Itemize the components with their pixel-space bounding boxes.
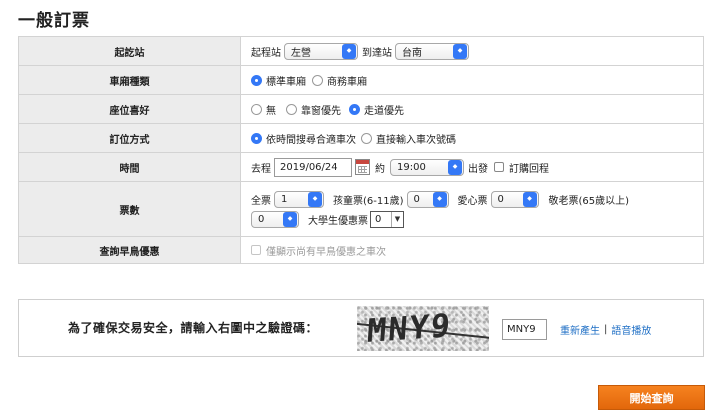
- chevron-updown-icon: ◆: [308, 191, 322, 207]
- car-type-label: 車廂種類: [18, 65, 241, 95]
- early-bird-row: 查詢早鳥優惠 僅顯示尚有早鳥優惠之車次: [18, 236, 704, 264]
- calendar-icon[interactable]: [355, 159, 370, 175]
- to-station-label: 到達站: [362, 47, 392, 59]
- audio-captcha-link[interactable]: 語音播放: [611, 322, 651, 337]
- seat-none-radio[interactable]: [251, 103, 262, 115]
- time-select[interactable]: 19:00 ◆: [390, 158, 464, 176]
- early-bird-checkbox-label: 僅顯示尚有早鳥優惠之車次: [266, 246, 386, 258]
- chevron-updown-icon: ◆: [453, 43, 467, 59]
- train-number-radio[interactable]: [361, 132, 372, 144]
- time-label: 時間: [18, 152, 241, 182]
- seat-window-label: 靠窗優先: [301, 105, 341, 117]
- link-separator: |: [604, 324, 608, 335]
- seat-aisle-label: 走道優先: [364, 105, 404, 117]
- car-type-business-label: 商務車廂: [327, 76, 367, 88]
- senior-ticket-label: 敬老票(65歲以上): [548, 195, 630, 207]
- tickets-row: 票數 全票 1 ◆ 孩童票(6-11歲) 0 ◆ 愛心票 0 ◆ 敬老票(65歲…: [18, 181, 704, 237]
- seat-window-radio[interactable]: [286, 103, 297, 115]
- full-ticket-label: 全票: [251, 195, 271, 207]
- seat-none-label: 無: [266, 105, 276, 117]
- regenerate-captcha-link[interactable]: 重新產生: [560, 322, 600, 337]
- time-row: 時間 去程 2019/06/24 約 19:00 ◆ 出發 訂購回程: [18, 152, 704, 182]
- car-type-business-radio[interactable]: [312, 74, 323, 86]
- captcha-prompt: 為了確保交易安全，請輸入右圖中之驗證碼：: [68, 321, 319, 335]
- early-bird-label: 查詢早鳥優惠: [18, 236, 241, 264]
- to-station-select[interactable]: 台南 ◆: [395, 42, 469, 60]
- disabled-ticket-label: 愛心票: [457, 195, 488, 207]
- seat-pref-label: 座位喜好: [18, 94, 241, 124]
- booking-method-label: 訂位方式: [18, 123, 241, 153]
- child-ticket-select[interactable]: 0 ◆: [406, 190, 449, 208]
- seat-aisle-radio[interactable]: [349, 103, 360, 115]
- child-ticket-label: 孩童票(6-11歲): [333, 195, 404, 207]
- senior-ticket-select[interactable]: 0 ◆: [251, 210, 299, 228]
- about-label: 約: [375, 163, 385, 175]
- car-type-standard-radio[interactable]: [251, 74, 262, 86]
- student-ticket-label: 大學生優惠票: [308, 215, 368, 227]
- captcha-section: 為了確保交易安全，請輸入右圖中之驗證碼： MNY9 MNY9 重新產生 | 語音…: [18, 299, 704, 357]
- captcha-image: MNY9: [357, 306, 489, 351]
- chevron-updown-icon: ◆: [448, 159, 462, 175]
- chevron-down-icon: ▼: [391, 211, 403, 227]
- from-station-label: 起程站: [251, 47, 281, 59]
- tickets-label: 票數: [18, 181, 241, 237]
- captcha-image-text: MNY9: [365, 306, 454, 351]
- search-button[interactable]: 開始查詢: [598, 385, 705, 410]
- depart-label: 出發: [468, 163, 488, 175]
- student-ticket-select[interactable]: 0 ▼: [370, 210, 404, 228]
- search-by-time-label: 依時間搜尋合適車次: [266, 134, 356, 146]
- outbound-label: 去程: [251, 163, 271, 175]
- full-ticket-select[interactable]: 1 ◆: [274, 190, 324, 208]
- car-type-standard-label: 標準車廂: [266, 76, 306, 88]
- disabled-ticket-select[interactable]: 0 ◆: [490, 190, 539, 208]
- search-by-time-radio[interactable]: [251, 132, 262, 144]
- captcha-input[interactable]: MNY9: [502, 319, 547, 340]
- chevron-updown-icon: ◆: [522, 191, 537, 207]
- car-type-row: 車廂種類 標準車廂 商務車廂: [18, 65, 704, 95]
- return-trip-label: 訂購回程: [509, 163, 549, 175]
- seat-pref-row: 座位喜好 無 靠窗優先 走道優先: [18, 94, 704, 124]
- chevron-updown-icon: ◆: [432, 191, 447, 207]
- early-bird-checkbox[interactable]: [251, 245, 261, 255]
- from-station-select[interactable]: 左營 ◆: [284, 42, 358, 60]
- return-trip-checkbox[interactable]: [494, 162, 504, 172]
- chevron-updown-icon: ◆: [342, 43, 356, 59]
- page-title: 一般訂票: [18, 11, 90, 31]
- train-number-label: 直接輸入車次號碼: [376, 134, 456, 146]
- booking-form-table: 起訖站 起程站 左營 ◆ 到達站 台南 ◆ 車廂種類 標準車廂 商務車廂 座位喜…: [18, 36, 704, 264]
- booking-method-row: 訂位方式 依時間搜尋合適車次 直接輸入車次號碼: [18, 123, 704, 153]
- chevron-updown-icon: ◆: [283, 211, 297, 227]
- date-input[interactable]: 2019/06/24: [274, 157, 352, 177]
- station-row: 起訖站 起程站 左營 ◆ 到達站 台南 ◆: [18, 36, 704, 66]
- station-label: 起訖站: [18, 36, 241, 66]
